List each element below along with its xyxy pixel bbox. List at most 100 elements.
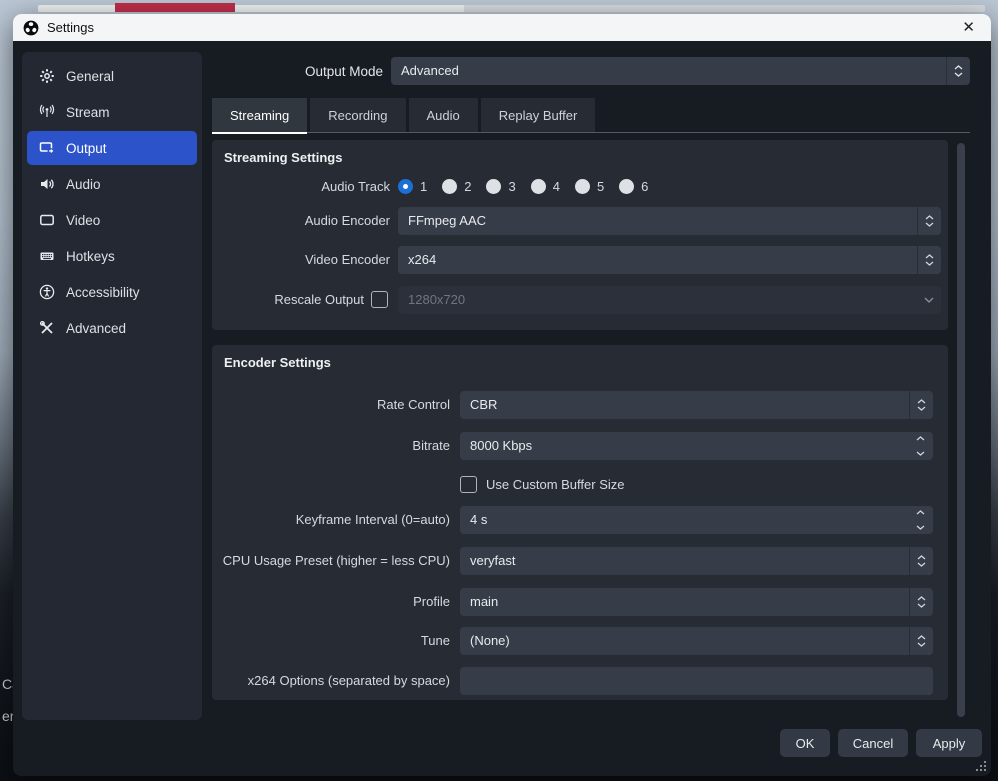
tune-row: Tune (None) [212,627,948,655]
vertical-scrollbar[interactable] [957,143,965,717]
video-encoder-select[interactable]: x264 [398,246,941,274]
sidebar-item-advanced[interactable]: Advanced [27,311,197,345]
rate-control-row: Rate Control CBR [212,391,948,419]
audio-encoder-select[interactable]: FFmpeg AAC [398,207,941,235]
resize-grip[interactable] [984,769,986,771]
radio-icon[interactable] [619,179,634,194]
accessibility-icon [38,284,55,301]
chevron-updown-icon [917,246,941,274]
monitor-icon [38,212,55,229]
keyframe-interval-label: Keyframe Interval (0=auto) [212,506,450,534]
audio-track-row: Audio Track 1 2 3 4 5 6 [212,176,948,204]
bitrate-spinner[interactable]: 8000 Kbps [460,432,933,460]
cpu-preset-label: CPU Usage Preset (higher = less CPU) [212,547,450,575]
settings-dialog: Settings ✕ General Stream [13,14,991,776]
obs-logo-icon [23,20,39,36]
sidebar-item-hotkeys[interactable]: Hotkeys [27,239,197,273]
chevron-updown-icon [909,588,933,616]
sidebar-item-output[interactable]: Output [27,131,197,165]
radio-selected-icon[interactable] [398,179,413,194]
radio-icon[interactable] [442,179,457,194]
audio-track-radio-group: 1 2 3 4 5 6 [398,179,648,194]
rescale-output-checkbox[interactable] [371,291,388,308]
keyframe-interval-spinner[interactable]: 4 s [460,506,933,534]
sidebar-item-accessibility[interactable]: Accessibility [27,275,197,309]
profile-label: Profile [212,588,450,616]
sidebar-item-label: Accessibility [66,285,140,300]
rate-control-label: Rate Control [212,391,450,419]
output-mode-select[interactable]: Advanced [391,57,970,85]
audio-track-label: Audio Track [212,176,390,198]
output-icon [38,140,55,157]
radio-icon[interactable] [486,179,501,194]
output-tab-bar: Streaming Recording Audio Replay Buffer [212,96,970,133]
background-red-segment [115,3,235,12]
sidebar-item-stream[interactable]: Stream [27,95,197,129]
chevron-updown-icon [946,57,970,85]
cancel-button[interactable]: Cancel [838,729,908,757]
profile-select[interactable]: main [460,588,933,616]
close-icon[interactable]: ✕ [956,18,981,37]
rescale-resolution-select[interactable]: 1280x720 [398,286,941,314]
bitrate-label: Bitrate [212,432,450,460]
sidebar-item-general[interactable]: General [27,59,197,93]
cpu-preset-select[interactable]: veryfast [460,547,933,575]
apply-button[interactable]: Apply [916,729,982,757]
sidebar-item-label: Stream [66,105,110,120]
sidebar-item-label: Audio [66,177,101,192]
sidebar-item-label: Video [66,213,100,228]
chevron-updown-icon [909,627,933,655]
output-mode-label: Output Mode [173,57,383,86]
custom-buffer-label: Use Custom Buffer Size [486,477,624,492]
streaming-settings-group: Streaming Settings Audio Track 1 2 3 4 5… [212,140,948,330]
custom-buffer-control: Use Custom Buffer Size [460,476,624,493]
sidebar-item-label: Advanced [66,321,126,336]
custom-buffer-row: Use Custom Buffer Size [212,473,948,501]
tune-label: Tune [212,627,450,655]
group-title: Encoder Settings [224,355,331,370]
video-encoder-row: Video Encoder x264 [212,246,948,274]
sidebar-item-label: General [66,69,114,84]
bitrate-row: Bitrate 8000 Kbps [212,432,948,460]
chevron-down-icon [917,286,941,314]
settings-sidebar: General Stream Output [22,52,202,720]
broadcast-icon [38,104,55,121]
radio-icon[interactable] [575,179,590,194]
rate-control-select[interactable]: CBR [460,391,933,419]
radio-icon[interactable] [531,179,546,194]
encoder-settings-group: Encoder Settings Rate Control CBR Bitrat… [212,345,948,700]
audio-track-option-4[interactable]: 4 [531,179,560,194]
audio-track-option-3[interactable]: 3 [486,179,515,194]
audio-track-option-1[interactable]: 1 [398,179,427,194]
keyboard-icon [38,248,55,265]
ok-button[interactable]: OK [780,729,830,757]
tune-select[interactable]: (None) [460,627,933,655]
rescale-output-row: Rescale Output 1280x720 [212,286,948,314]
audio-track-option-6[interactable]: 6 [619,179,648,194]
x264-options-input[interactable] [460,667,933,695]
keyframe-interval-row: Keyframe Interval (0=auto) 4 s [212,506,948,534]
spinner-arrows-icon[interactable] [907,506,933,534]
video-encoder-label: Video Encoder [212,246,390,274]
sidebar-item-audio[interactable]: Audio [27,167,197,201]
tab-audio[interactable]: Audio [409,98,478,132]
audio-track-option-2[interactable]: 2 [442,179,471,194]
spinner-arrows-icon[interactable] [907,432,933,460]
tab-streaming[interactable]: Streaming [212,98,307,132]
audio-track-option-5[interactable]: 5 [575,179,604,194]
sidebar-item-video[interactable]: Video [27,203,197,237]
tab-recording[interactable]: Recording [310,98,405,132]
audio-encoder-row: Audio Encoder FFmpeg AAC [212,207,948,235]
sidebar-item-label: Hotkeys [66,249,115,264]
x264-options-label: x264 Options (separated by space) [212,667,450,695]
x264-options-row: x264 Options (separated by space) [212,667,948,695]
sidebar-item-label: Output [66,141,107,156]
audio-encoder-label: Audio Encoder [212,207,390,235]
title-bar[interactable]: Settings ✕ [13,14,991,41]
tab-replay-buffer[interactable]: Replay Buffer [481,98,596,132]
cpu-preset-row: CPU Usage Preset (higher = less CPU) ver… [212,547,948,575]
gear-icon [38,68,55,85]
group-title: Streaming Settings [224,150,342,165]
custom-buffer-checkbox[interactable] [460,476,477,493]
speaker-icon [38,176,55,193]
